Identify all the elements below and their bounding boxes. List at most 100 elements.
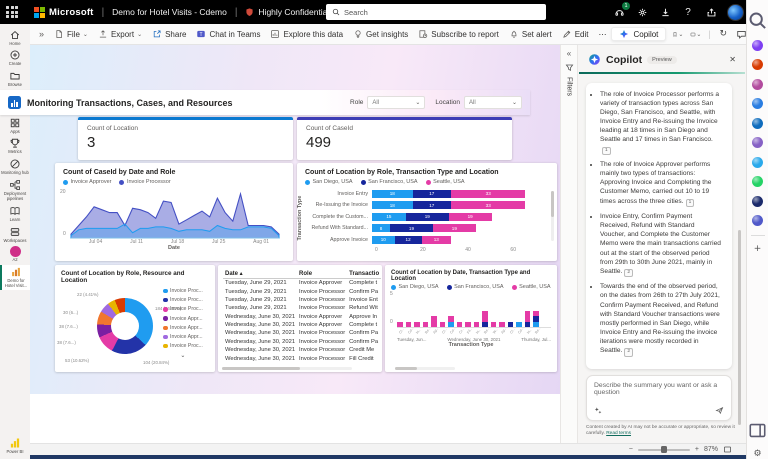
sidebar-item-learn[interactable]: Learn (0, 203, 30, 224)
citation-chip[interactable]: 1 (602, 146, 611, 156)
help-button[interactable]: ? (681, 5, 695, 19)
bookmark-button[interactable]: ⌄ (672, 29, 683, 40)
copilot-toolbar-button[interactable]: Copilot (611, 27, 667, 41)
table-row[interactable]: Tuesday, June 29, 2021 Invoice Processor C… (223, 287, 381, 295)
area-chart-card[interactable]: Count of CaseId by Date and Role Invoice… (55, 163, 293, 261)
people-icon[interactable] (752, 78, 763, 90)
table-card[interactable]: Date ▴ Role Transactio Tuesday, June 29, 20… (218, 265, 382, 372)
role-filter-dropdown[interactable]: All ⌄ (367, 96, 426, 109)
toolbar-subscribe-button[interactable]: Subscribe to report (413, 29, 504, 39)
table-row[interactable]: Tuesday, June 29, 2021 Invoice Approver Co… (223, 279, 381, 288)
table-row[interactable]: Wednesday, June 30, 2021 Invoice Processo… (223, 354, 381, 362)
copilot-app-icon[interactable] (752, 98, 763, 109)
copilot-scrollbar[interactable] (738, 230, 741, 425)
refresh-button[interactable]: ↻ (718, 29, 729, 40)
whatsapp-icon[interactable] (752, 176, 763, 187)
table-header-role[interactable]: Role (297, 269, 348, 279)
read-terms-link[interactable]: Read terms (606, 431, 631, 436)
mail-icon[interactable] (752, 117, 763, 129)
toolbar-file-button[interactable]: File ⌄ (49, 29, 93, 39)
support-icon[interactable]: 1 (612, 2, 630, 19)
global-search-input[interactable]: Search (326, 4, 546, 20)
expand-pane-icon[interactable]: « (567, 49, 571, 58)
zoom-slider[interactable] (637, 446, 690, 453)
settings-icon[interactable]: ⚙ (753, 449, 761, 459)
settings-button[interactable] (635, 5, 649, 19)
zoom-slider-thumb[interactable] (661, 446, 668, 453)
account-avatar[interactable] (727, 3, 744, 21)
chevron-down-icon: ⌄ (696, 31, 702, 38)
donut-chart-card[interactable]: Count of Location by Role, Resource and … (55, 265, 215, 372)
download-button[interactable] (658, 5, 672, 19)
sidebar-item-apps[interactable]: Apps (0, 115, 30, 136)
area-chart-xlabel: Date (168, 245, 180, 251)
panel-icon[interactable] (747, 420, 768, 441)
table-header-transactio[interactable]: Transactio (347, 269, 382, 279)
table-cell: Complete t (349, 322, 378, 329)
toolbar-export-button[interactable]: Export ⌄ (93, 29, 147, 39)
zoom-out-button[interactable]: − (629, 446, 633, 453)
prompt-suggestions-icon[interactable] (594, 406, 603, 415)
sidebar-item-power-bi[interactable]: Power BI (0, 435, 30, 456)
close-icon[interactable]: ✕ (729, 55, 738, 64)
sidebar-item-demo-for-hotel-visit[interactable]: Demo for Hotel Visit... (0, 264, 30, 291)
table-row[interactable]: Wednesday, June 30, 2021 Invoice Processo… (223, 329, 381, 337)
location-filter-dropdown[interactable]: All ⌄ (464, 96, 522, 109)
sidebar-item-workspaces[interactable]: Workspaces (0, 224, 30, 245)
sidebar-item-label: Workspaces (3, 237, 27, 243)
hbar-scrollbar[interactable] (551, 191, 554, 241)
app-launcher-icon[interactable] (0, 0, 24, 24)
sidebar-item-monitoring-hub[interactable]: Monitoring hub (0, 157, 30, 178)
column-hscrollbar[interactable] (395, 366, 455, 370)
table-row[interactable]: Wednesday, June 30, 2021 Invoice Approver… (223, 321, 381, 329)
messenger-icon[interactable] (752, 195, 763, 207)
sidebar-item-label: A2 (12, 257, 18, 263)
sidebar-item-metrics[interactable]: Metrics (0, 136, 30, 157)
legend-more-icon[interactable]: ⌄ (163, 352, 203, 359)
viewbox-button[interactable]: ⌄ (690, 29, 701, 40)
table-row[interactable]: Wednesday, June 30, 2021 Invoice Processo… (223, 346, 381, 354)
telegram-icon[interactable] (752, 156, 763, 168)
toolbar-share-button[interactable]: Share (147, 29, 191, 39)
sidebar-item-create[interactable]: Create (0, 48, 30, 69)
column-chart-card[interactable]: Count of Location by Date, Transaction T… (385, 265, 557, 372)
x-tick: Jul 04 (88, 239, 103, 245)
sidebar-item-home[interactable]: Home (0, 27, 30, 48)
citation-chip[interactable]: 2 (624, 268, 634, 278)
sidebar-item-browse[interactable]: Browse (0, 69, 30, 90)
toolbar-teams-button[interactable]: T Chat in Teams (191, 29, 265, 39)
citation-chip[interactable]: 1 (685, 198, 695, 208)
toolbar-insights-button[interactable]: Get insights (348, 29, 413, 39)
kpi-count-of-location[interactable]: Count of Location 3 (78, 117, 293, 160)
table-row[interactable]: Wednesday, June 30, 2021 Invoice Approver… (223, 313, 381, 321)
send-icon[interactable] (715, 406, 724, 415)
toolbar-alert-button[interactable]: Set alert (504, 29, 557, 39)
table-row[interactable]: Tuesday, June 29, 2021 Invoice Processor R… (223, 304, 381, 312)
kpi-count-of-caseid[interactable]: Count of CaseId 499 (297, 117, 512, 160)
sidebar-item-deployment-pipelines[interactable]: Deployment pipelines (0, 178, 30, 204)
toolbar-explore-button[interactable]: Explore this data (265, 29, 348, 39)
nav-expander-button[interactable]: » (34, 29, 49, 39)
feedback-button[interactable] (704, 5, 718, 19)
table-row[interactable]: Tuesday, June 29, 2021 Invoice Processor I… (223, 296, 381, 304)
copilot-input[interactable]: Describe the summary you want or ask a q… (586, 375, 732, 421)
add-app-icon[interactable]: + (754, 244, 762, 254)
u-app-icon[interactable] (752, 137, 763, 148)
filters-pane-collapsed[interactable]: « Filters (560, 45, 578, 443)
toolbar-more-button[interactable]: ⋯ (593, 30, 611, 39)
search-icon[interactable] (747, 10, 768, 31)
toolbar-edit-button[interactable]: Edit (557, 29, 594, 39)
table-row[interactable]: Wednesday, June 30, 2021 Invoice Processo… (223, 338, 381, 346)
table-header-date[interactable]: Date ▴ (223, 269, 298, 279)
sidebar-item-a2[interactable]: A2 (0, 245, 30, 265)
table-hscrollbar[interactable] (222, 366, 352, 370)
citation-chip[interactable]: 2 (624, 347, 634, 357)
hbar-chart-card[interactable]: Count of Location by Role, Transaction T… (297, 163, 557, 261)
designer-icon[interactable] (752, 39, 763, 51)
column-bar (490, 321, 496, 327)
fit-to-page-icon[interactable] (723, 445, 732, 454)
teams-app-icon[interactable] (752, 215, 763, 226)
zoom-in-button[interactable]: + (695, 446, 699, 453)
toolbox-icon[interactable] (752, 59, 763, 70)
hbar-ylabel: Transaction Type (297, 195, 303, 241)
